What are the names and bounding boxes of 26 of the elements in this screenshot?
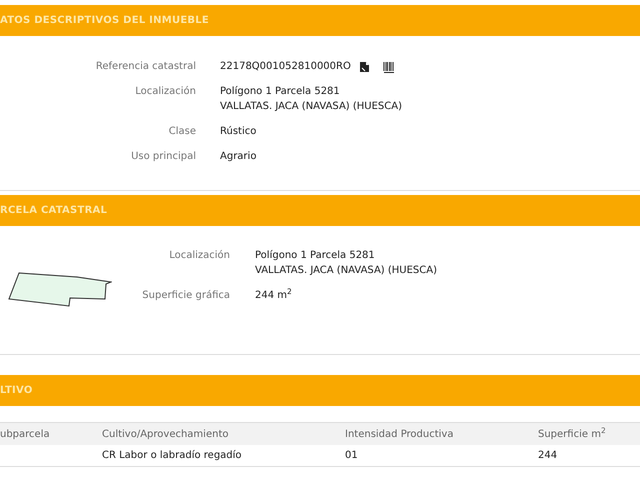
field-value: VALLATAS. JACA (NAVASA) (HUESCA) [255,264,438,278]
barcode-icon[interactable] [382,60,395,72]
section-title: LTIVO [0,384,33,398]
field-value: Agrario [220,150,256,164]
field-label: Uso principal [130,150,196,164]
table-cell-text: 244 [538,449,558,463]
field-value: Polígono 1 Parcela 5281 [255,249,376,263]
section-title: ATOS DESCRIPTIVOS DEL INMUEBLE [0,14,209,28]
field-value: 22178Q001052810000RO [220,60,351,74]
field-value: 244 m$^{2}$ [255,288,292,303]
field-label: Localización [168,249,230,263]
field-value: VALLATAS. JACA (NAVASA) (HUESCA) [220,100,402,114]
field-value: Polígono 1 Parcela 5281 [220,85,341,99]
field-label: Referencia catastral [94,60,196,74]
column-header: Intensidad Productiva [345,428,454,442]
section-title: RCELA CATASTRAL [0,204,108,218]
column-header: Cultivo/Aprovechamiento [102,428,230,442]
field-label: Localización [134,85,196,99]
column-header: ubparcela [0,428,51,442]
field-label: Clase [168,125,196,139]
column-header: Superficie m$^{2}$ [538,426,607,442]
copy-icon[interactable] [358,60,371,72]
field-value: Rústico [220,125,256,139]
field-label: Superficie gráfica [141,289,230,303]
table-cell-text: CR Labor o labradío regadío [102,449,243,463]
table-cell-text: 01 [345,449,359,463]
